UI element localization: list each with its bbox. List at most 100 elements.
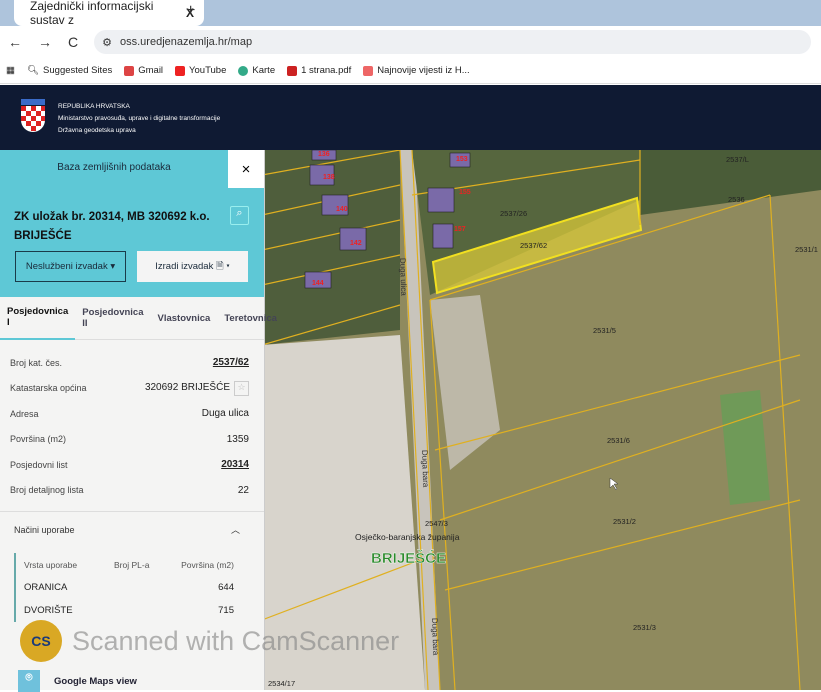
column-header: Broj PL-a bbox=[114, 559, 150, 570]
search-icon[interactable]: ⌕ bbox=[230, 206, 249, 225]
unofficial-extract-button[interactable]: Neslužbeni izvadak ▾ bbox=[15, 251, 126, 282]
header-line: Ministarstvo pravosuđa, uprave i digital… bbox=[58, 115, 221, 122]
watermark-text: Scanned with CamScanner bbox=[72, 625, 400, 656]
row-label: Katastarska općina bbox=[10, 383, 87, 394]
parcel-label[interactable]: 2531/6 bbox=[607, 436, 630, 445]
row-value: Duga ulica bbox=[201, 408, 249, 420]
tab-vlastovnica[interactable]: Vlastovnica bbox=[151, 297, 218, 340]
row-label: Adresa bbox=[10, 408, 39, 419]
column-header: Vrsta uporabe bbox=[24, 559, 78, 570]
parcel-label[interactable]: 2531/2 bbox=[613, 517, 636, 526]
gmail-icon bbox=[124, 65, 135, 76]
google-maps-view-button[interactable]: ⌾ Google Maps view bbox=[18, 670, 137, 692]
street-label: Duga bara bbox=[430, 618, 440, 656]
row-detail-sheet: Broj detaljnog lista 22 bbox=[0, 478, 264, 504]
tab-posjedovnica-2[interactable]: Posjedovnica II bbox=[75, 297, 150, 340]
cadastral-map[interactable]: 136 138 140 142 144 153 155 157 2537/26 … bbox=[262, 150, 821, 690]
house-number: 138 bbox=[323, 174, 335, 181]
bookmark-suggested[interactable]: 🔍︎ Suggested Sites bbox=[27, 65, 112, 76]
row-possession-sheet: Posjedovni list 20314 bbox=[0, 452, 264, 478]
row-label: Posjedovni list bbox=[10, 459, 68, 470]
back-icon[interactable]: ← bbox=[8, 34, 22, 50]
bookmark-news[interactable]: Najnovije vijesti iz H... bbox=[363, 65, 470, 76]
usage-type: DVORIŠTE bbox=[24, 605, 73, 616]
row-parcel-number: Broj kat. čes. 2537/62 bbox=[0, 350, 264, 376]
column-header: Površina (m2) bbox=[181, 559, 234, 570]
tab-posjedovnica-1[interactable]: Posjedovnica I bbox=[0, 297, 76, 340]
youtube-icon bbox=[175, 65, 186, 76]
parcel-label[interactable]: 2531/3 bbox=[633, 623, 656, 632]
reload-icon[interactable]: C bbox=[68, 34, 78, 50]
county-label: Osječko-baranjska županija bbox=[355, 532, 460, 542]
forward-icon[interactable]: → bbox=[38, 34, 52, 50]
row-address: Adresa Duga ulica bbox=[0, 401, 264, 427]
bookmark-label: Gmail bbox=[138, 65, 164, 76]
parcel-label[interactable]: 2531/1 bbox=[795, 245, 818, 254]
bookmark-karte[interactable]: Karte bbox=[238, 65, 275, 76]
pdf-icon bbox=[287, 65, 298, 76]
row-value: 22 bbox=[237, 484, 249, 496]
parcel-label[interactable]: 2547/3 bbox=[425, 519, 448, 528]
search-icon: 🔍︎ bbox=[26, 65, 40, 76]
map-pin-icon: ⌾ bbox=[18, 670, 40, 692]
tab-teretovnica[interactable]: Teretovnica bbox=[217, 297, 284, 340]
record-heading: ZK uložak br. 20314, MB 320692 k.o. BRIJ… bbox=[14, 211, 210, 242]
croatian-crest-logo bbox=[21, 99, 45, 132]
place-label: BRIJEŠĆE bbox=[371, 549, 446, 567]
parcel-label[interactable]: 2536 bbox=[728, 195, 745, 204]
news-icon bbox=[363, 65, 374, 76]
new-tab-icon[interactable]: + bbox=[186, 2, 195, 20]
usage-area: 715 bbox=[218, 605, 234, 616]
table-row: DVORIŠTE 715 bbox=[24, 599, 264, 622]
map-canvas[interactable]: 136 138 140 142 144 153 155 157 2537/26 … bbox=[262, 150, 821, 690]
maps-pin-icon bbox=[238, 65, 249, 76]
house-number: 136 bbox=[318, 151, 330, 158]
house-number: 140 bbox=[336, 206, 348, 213]
bookmark-youtube[interactable]: YouTube bbox=[175, 65, 226, 76]
house-number: 144 bbox=[312, 280, 324, 287]
apps-icon[interactable]: ▦ bbox=[6, 65, 15, 76]
bookmark-label: Najnovije vijesti iz H... bbox=[377, 65, 470, 76]
house-number: 157 bbox=[454, 226, 466, 233]
url-text: oss.uredjenazemlja.hr/map bbox=[120, 36, 253, 48]
info-panel: Baza zemljišnih podataka × ZK uložak br.… bbox=[0, 150, 277, 692]
usage-area: 644 bbox=[218, 582, 234, 593]
parcel-number-link[interactable]: 2537/62 bbox=[213, 357, 249, 368]
browser-tab-bar: Zajednički informacijski sustav zX + bbox=[0, 0, 821, 27]
table-row: ORANICA 644 bbox=[24, 576, 264, 599]
parcel-label-selected[interactable]: 2537/62 bbox=[520, 241, 547, 250]
parcel-label[interactable]: 2531/5 bbox=[593, 326, 616, 335]
street-label: Duga ulica bbox=[398, 258, 408, 297]
row-label: Broj kat. čes. bbox=[10, 357, 63, 368]
row-area: Površina (m2) 1359 bbox=[0, 427, 264, 453]
panel-title: Baza zemljišnih podataka bbox=[57, 162, 171, 173]
row-label: Površina (m2) bbox=[10, 434, 67, 445]
house-number: 142 bbox=[350, 240, 362, 247]
usage-type: ORANICA bbox=[24, 582, 68, 593]
usage-section-toggle[interactable]: Načini uporabe ︿ bbox=[0, 511, 264, 547]
star-icon[interactable]: ☆ bbox=[234, 380, 249, 396]
create-extract-button[interactable]: Izradi izvadak 🗎 ▾ bbox=[137, 251, 248, 282]
possession-sheet-link[interactable]: 20314 bbox=[221, 459, 249, 470]
row-value: 1359 bbox=[226, 433, 249, 445]
parcel-label[interactable]: 2537/L bbox=[726, 155, 749, 164]
camscanner-logo: CS bbox=[20, 620, 62, 662]
section-title: Načini uporabe bbox=[14, 524, 75, 535]
bookmark-pdf[interactable]: 1 strana.pdf bbox=[287, 65, 351, 76]
bookmarks-bar: ▦ 🔍︎ Suggested Sites Gmail YouTube Karte … bbox=[0, 58, 821, 84]
browser-tab[interactable]: Zajednički informacijski sustav zX bbox=[14, 0, 204, 27]
site-header: REPUBLIKA HRVATSKA Ministarstvo pravosuđa… bbox=[0, 85, 821, 150]
chevron-up-icon: ︿ bbox=[230, 525, 240, 535]
parcel-label[interactable]: 2534/17 bbox=[268, 679, 295, 688]
bookmark-gmail[interactable]: Gmail bbox=[124, 65, 163, 76]
close-icon: × bbox=[241, 160, 251, 178]
close-panel-button[interactable]: × bbox=[228, 150, 264, 188]
usage-table: Vrsta uporabe Broj PL-a Površina (m2) ORAN… bbox=[14, 553, 264, 622]
house-number: 153 bbox=[456, 156, 468, 163]
url-input[interactable]: ⚙ oss.uredjenazemlja.hr/map bbox=[94, 30, 811, 54]
parcel-label[interactable]: 2537/26 bbox=[500, 209, 527, 218]
site-settings-icon[interactable]: ⚙ bbox=[102, 36, 112, 49]
address-bar: ← → C ⚙ oss.uredjenazemlja.hr/map bbox=[0, 26, 821, 58]
camscanner-watermark: CS Scanned with CamScanner bbox=[20, 620, 399, 662]
bookmark-label: Karte bbox=[252, 65, 276, 76]
